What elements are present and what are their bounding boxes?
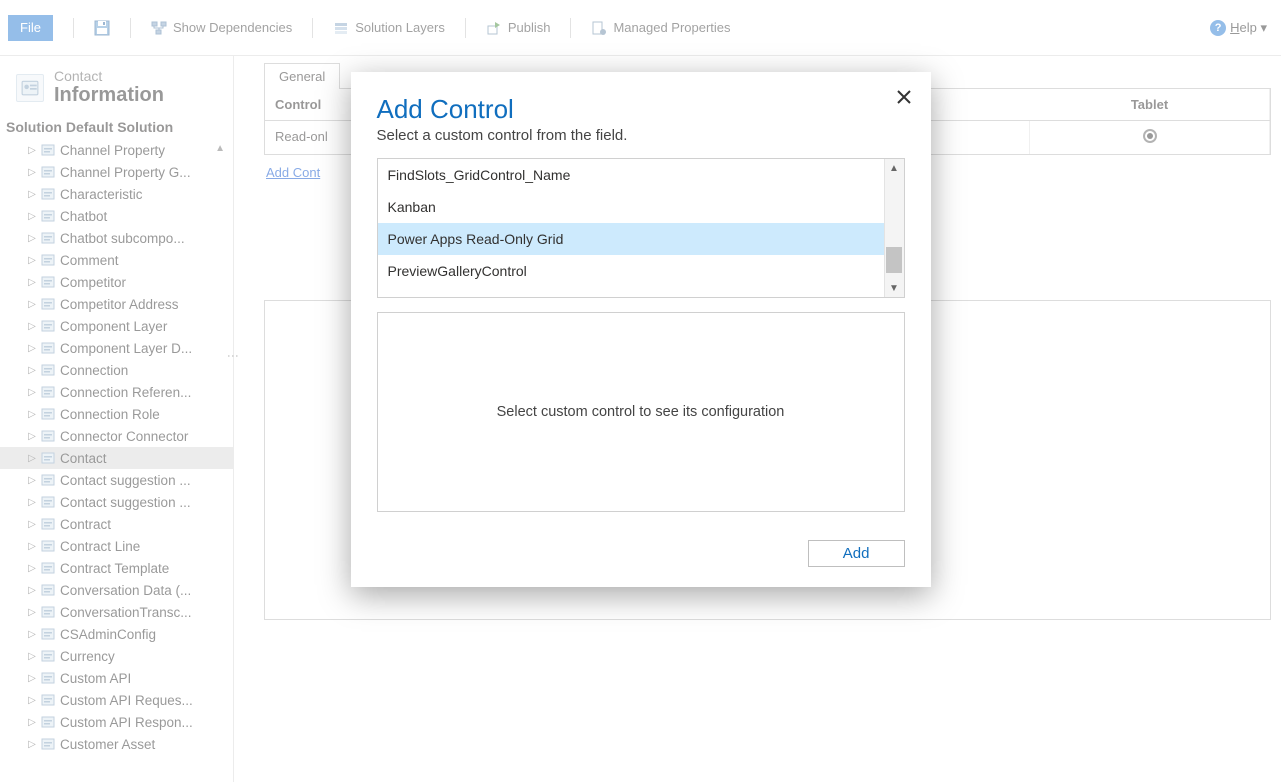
scroll-up-icon[interactable]: ▲	[889, 159, 899, 177]
dialog-subtitle: Select a custom control from the field.	[377, 127, 905, 144]
control-option[interactable]: Power Apps Read-Only Grid	[378, 223, 884, 255]
control-config-placeholder: Select custom control to see its configu…	[377, 312, 905, 512]
modal-backdrop[interactable]: Add Control Select a custom control from…	[0, 0, 1281, 784]
scroll-thumb[interactable]	[886, 247, 902, 273]
control-option[interactable]: PreviewGalleryControl	[378, 255, 884, 287]
add-button[interactable]: Add	[808, 540, 905, 567]
control-list-items[interactable]: FindSlots_GridControl_NameKanbanPower Ap…	[378, 159, 884, 297]
control-option[interactable]: FindSlots_GridControl_Name	[378, 159, 884, 191]
dialog-title: Add Control	[377, 94, 905, 125]
add-control-dialog: Add Control Select a custom control from…	[351, 72, 931, 587]
control-option[interactable]: Kanban	[378, 191, 884, 223]
close-button[interactable]	[893, 86, 915, 108]
close-icon	[897, 90, 911, 104]
scroll-down-icon[interactable]: ▼	[889, 279, 899, 297]
control-list: FindSlots_GridControl_NameKanbanPower Ap…	[377, 158, 905, 298]
control-list-scrollbar[interactable]: ▲ ▼	[884, 159, 904, 297]
